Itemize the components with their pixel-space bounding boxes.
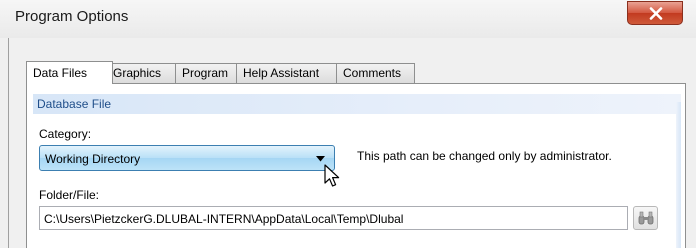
browse-button[interactable] xyxy=(633,206,658,230)
admin-note: This path can be changed only by adminis… xyxy=(357,149,612,163)
tab-label: Graphics xyxy=(113,66,162,80)
folder-path-field[interactable]: C:\Users\PietzckerG.DLUBAL-INTERN\AppDat… xyxy=(39,206,628,230)
tab-graphics[interactable]: Graphics xyxy=(106,63,176,83)
tab-comments[interactable]: Comments xyxy=(336,63,415,83)
window-title: Program Options xyxy=(15,8,129,25)
group-title: Database File xyxy=(37,97,112,111)
group-header: Database File xyxy=(33,94,681,114)
category-label: Category: xyxy=(39,127,92,141)
chevron-down-icon xyxy=(316,156,325,162)
tab-label: Program xyxy=(182,66,229,80)
binoculars-icon xyxy=(638,211,654,225)
title-bar[interactable]: Program Options xyxy=(0,0,696,38)
close-icon xyxy=(649,7,663,20)
folder-path-value: C:\Users\PietzckerG.DLUBAL-INTERN\AppDat… xyxy=(44,212,404,226)
category-value: Working Directory xyxy=(45,152,141,166)
category-dropdown[interactable]: Working Directory xyxy=(39,145,335,171)
tab-program[interactable]: Program xyxy=(175,63,237,83)
mouse-pointer-icon xyxy=(324,164,340,187)
tab-label: Data Files xyxy=(33,66,88,80)
tab-data-files[interactable]: Data Files xyxy=(26,61,113,84)
tab-label: Comments xyxy=(343,66,402,80)
folder-label: Folder/File: xyxy=(39,188,100,202)
tab-help-assistant[interactable]: Help Assistant xyxy=(236,63,337,83)
group-border xyxy=(676,102,681,248)
tab-label: Help Assistant xyxy=(243,66,320,80)
close-button[interactable] xyxy=(627,1,683,25)
program-options-dialog: Program Options Data Files Graphics Prog… xyxy=(0,0,696,248)
